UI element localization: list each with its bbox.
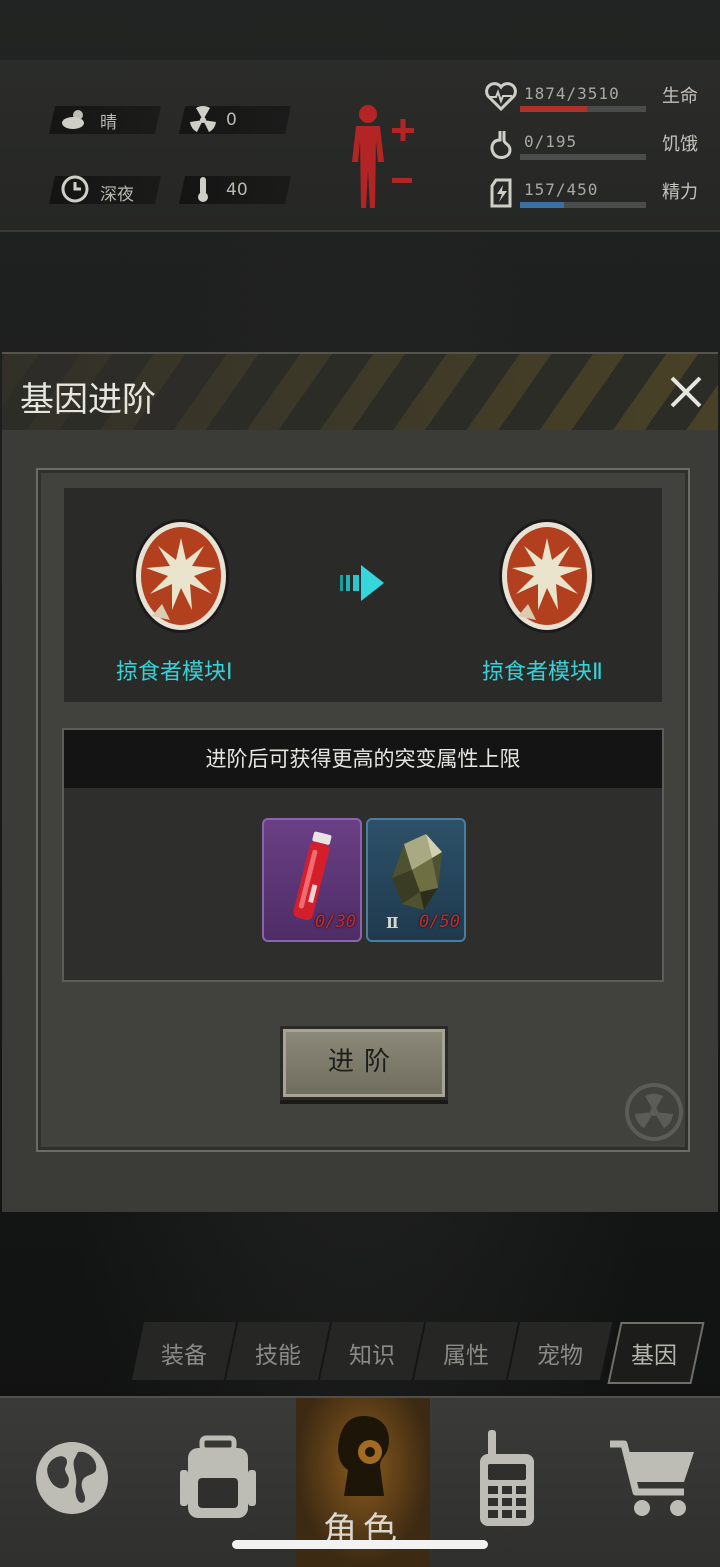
hunger-value: 0/195 xyxy=(524,132,578,151)
energy-bar-fill xyxy=(520,202,564,208)
to-module-name: 掠食者模块Ⅱ xyxy=(482,660,603,685)
advance-button[interactable]: 进阶 xyxy=(280,1026,448,1100)
temperature-value: 40 xyxy=(226,180,248,200)
clock-icon xyxy=(61,175,89,203)
time-text: 深夜 xyxy=(100,185,134,205)
health-label: 生命 xyxy=(662,86,698,107)
tab-equipment-label: 装备 xyxy=(161,1343,207,1369)
close-button[interactable] xyxy=(664,370,708,414)
tab-genes-label: 基因 xyxy=(631,1343,677,1369)
health-bar xyxy=(520,106,646,112)
heart-icon xyxy=(485,82,517,112)
status-bar: 晴 0 深夜 40 1874/3510 生命 0/195 饥饿 157/450 … xyxy=(0,60,720,232)
home-indicator[interactable] xyxy=(232,1540,488,1549)
radiation-icon xyxy=(190,105,216,132)
nav-shop[interactable] xyxy=(586,1398,720,1567)
health-bar-fill xyxy=(520,106,588,112)
cart-icon xyxy=(610,1440,694,1516)
item-slot-vial[interactable]: 0/30 xyxy=(262,818,362,942)
energy-label: 精力 xyxy=(662,182,698,203)
energy-value: 157/450 xyxy=(524,180,599,199)
stomach-icon xyxy=(490,131,512,159)
radiation-watermark-icon xyxy=(625,1083,683,1141)
health-value: 1874/3510 xyxy=(524,84,620,103)
radiation-value: 0 xyxy=(226,110,237,130)
body-status-icon xyxy=(352,105,414,208)
backpack-icon xyxy=(180,1435,256,1518)
upgrade-preview: 掠食者模块Ⅰ 掠食者模块Ⅱ xyxy=(64,488,662,702)
vial-count: 0/30 xyxy=(315,912,356,932)
character-tabs: 装备 技能 知识 属性 宠物 基因 xyxy=(130,1322,710,1384)
character-icon xyxy=(338,1416,389,1496)
nav-world[interactable] xyxy=(0,1398,144,1567)
ore-tier: Ⅱ xyxy=(386,914,399,932)
requirements-box: 进阶后可获得更高的突变属性上限 0/30 Ⅱ 0/50 xyxy=(62,728,664,982)
tab-pets-label: 宠物 xyxy=(537,1343,583,1369)
ore-crystal-icon xyxy=(392,834,442,910)
thermometer-icon xyxy=(198,177,208,202)
ore-count: 0/50 xyxy=(419,912,460,932)
tab-attributes-label: 属性 xyxy=(443,1343,489,1369)
from-module-name: 掠食者模块Ⅰ xyxy=(116,660,233,685)
predator-module-2-icon[interactable] xyxy=(498,516,596,634)
hunger-label: 饥饿 xyxy=(662,134,698,155)
tab-knowledge-label: 知识 xyxy=(349,1343,395,1369)
tab-skills-label: 技能 xyxy=(255,1343,301,1369)
energy-icon xyxy=(490,178,512,208)
radio-icon xyxy=(480,1430,534,1526)
hunger-bar xyxy=(520,154,646,160)
energy-bar xyxy=(520,202,646,208)
item-slot-ore[interactable]: Ⅱ 0/50 xyxy=(366,818,466,942)
weather-text: 晴 xyxy=(100,113,117,133)
globe-icon xyxy=(36,1442,108,1514)
predator-module-1-icon[interactable] xyxy=(132,516,230,634)
requirement-text: 进阶后可获得更高的突变属性上限 xyxy=(64,730,662,788)
weather-icon xyxy=(62,110,84,129)
gene-advance-dialog: 基因进阶 掠食者模块Ⅰ 掠食者模块Ⅱ 进阶后可获得更高的突变属性上限 0/30 … xyxy=(2,352,718,1212)
dialog-title: 基因进阶 xyxy=(20,380,156,420)
content-panel: 掠食者模块Ⅰ 掠食者模块Ⅱ 进阶后可获得更高的突变属性上限 0/30 Ⅱ 0/5… xyxy=(36,468,690,1152)
arrow-right-icon xyxy=(340,565,384,601)
